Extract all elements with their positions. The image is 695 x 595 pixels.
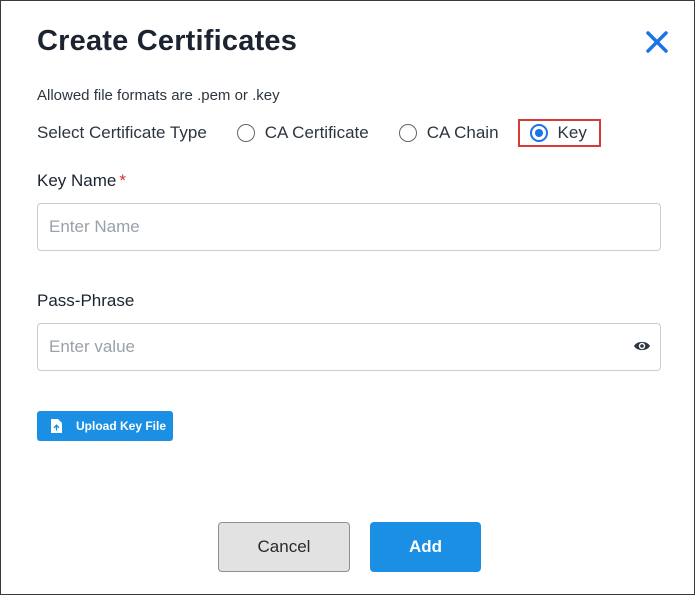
radio-circle [236,124,255,142]
key-name-label: Key Name * [37,171,126,191]
certificate-type-group: Select Certificate Type CA Certificate C… [37,119,601,147]
key-name-input[interactable] [37,203,661,251]
cancel-button[interactable]: Cancel [218,522,350,572]
radio-label: Key [557,123,587,142]
radio-label: CA Chain [426,123,499,142]
radio-ca-certificate[interactable]: CA Certificate [236,120,369,146]
eye-icon[interactable] [633,339,651,353]
key-name-label-text: Key Name [37,171,117,190]
certificate-type-label: Select Certificate Type [37,123,207,142]
radio-circle-selected [529,124,548,142]
required-marker: * [119,171,126,190]
pass-phrase-input[interactable] [37,323,661,371]
radio-label: CA Certificate [264,123,369,142]
upload-button-label: Upload Key File [76,419,167,433]
file-upload-icon [51,419,62,433]
upload-key-file-button[interactable]: Upload Key File [37,411,173,441]
radio-ca-chain[interactable]: CA Chain [398,120,499,146]
add-button[interactable]: Add [370,522,481,572]
close-icon[interactable] [644,29,670,55]
dialog-title: Create Certificates [37,25,298,57]
radio-circle [398,124,417,142]
pass-phrase-label: Pass-Phrase [37,291,135,310]
allowed-formats-note: Allowed file formats are .pem or .key [37,87,280,104]
radio-key[interactable]: Key [517,119,601,147]
create-certificates-dialog: Create Certificates Allowed file formats… [0,0,695,595]
